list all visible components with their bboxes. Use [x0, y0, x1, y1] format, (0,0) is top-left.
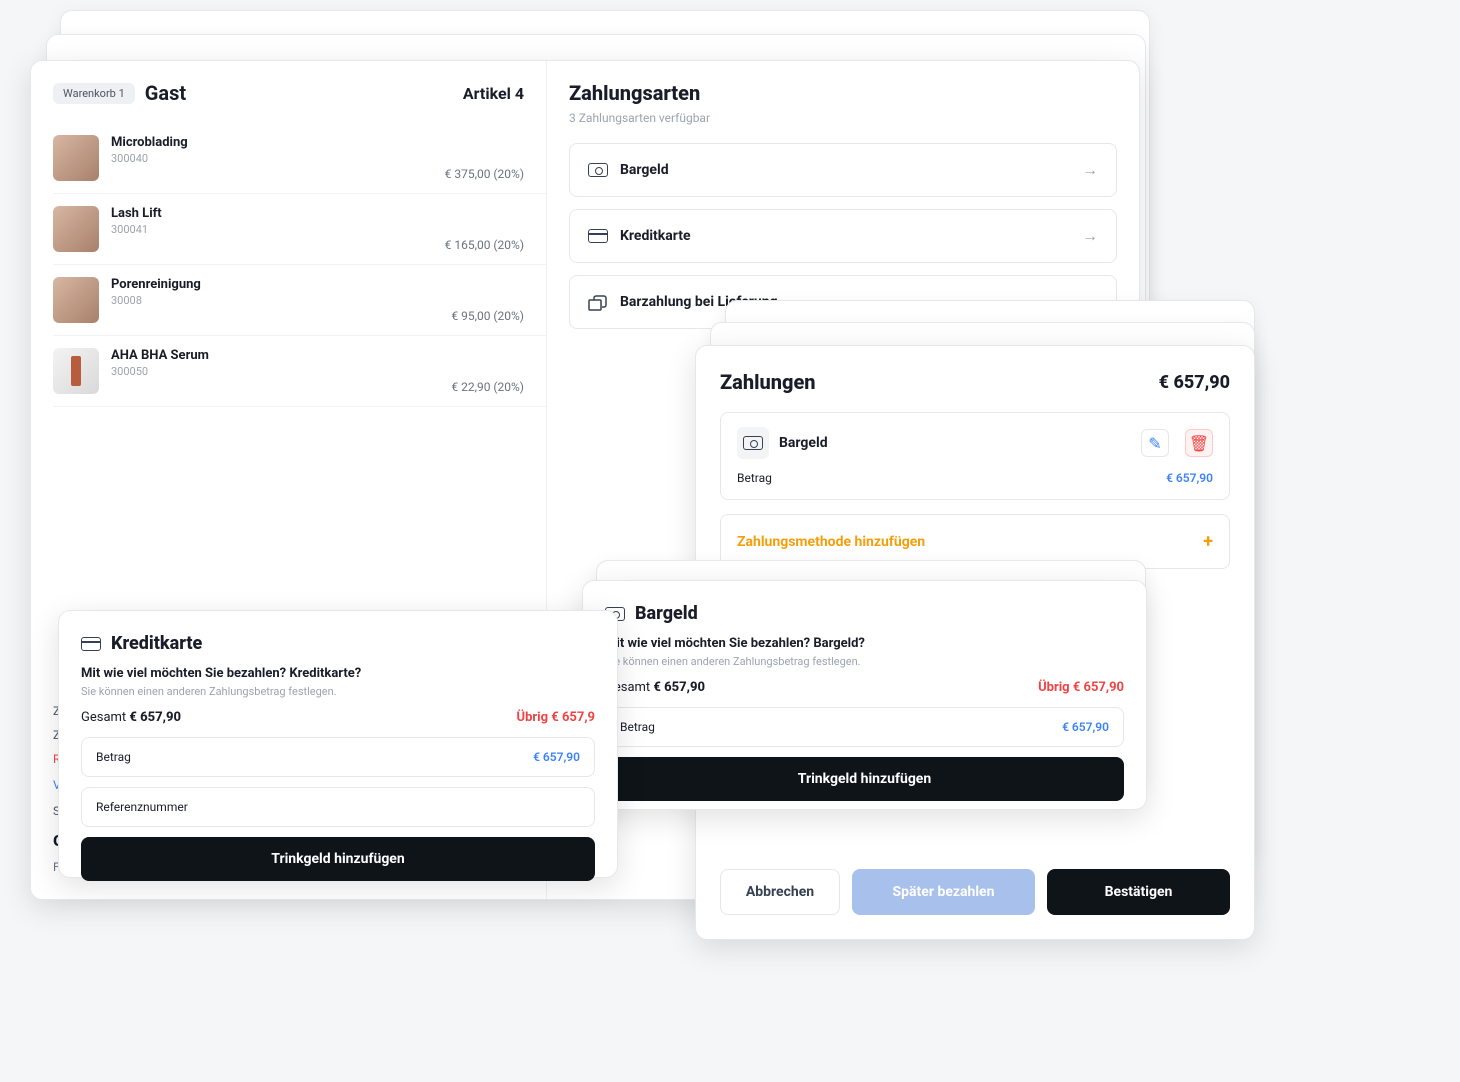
payment-methods-subtitle: 3 Zahlungsarten verfügbar: [569, 111, 1117, 125]
payment-option-label: Kreditkarte: [620, 228, 1070, 244]
item-name: AHA BHA Serum: [111, 348, 392, 363]
cart-item[interactable]: Microblading 300040 € 375,00 (20%): [53, 123, 546, 194]
payment-option-label: Bargeld: [620, 162, 1070, 178]
cash-icon: [737, 427, 769, 459]
creditcard-dialog: Kreditkarte Mit wie viel möchten Sie bez…: [58, 610, 618, 878]
item-price: € 95,00 (20%): [404, 291, 524, 323]
item-price: € 22,90 (20%): [404, 362, 524, 394]
payment-amount-label: Betrag: [737, 471, 772, 485]
cart-tab-chip[interactable]: Warenkorb 1: [53, 83, 135, 104]
payments-title: Zahlungen: [720, 370, 816, 394]
pay-later-button[interactable]: Später bezahlen: [852, 869, 1035, 915]
payment-amount-value: € 657,90: [1166, 471, 1213, 485]
cash-remain-label: Übrig: [1038, 680, 1070, 695]
cash-amount-input[interactable]: Betrag € 657,90: [605, 707, 1124, 747]
cancel-button[interactable]: Abbrechen: [720, 869, 840, 915]
item-name: Microblading: [111, 135, 392, 150]
cash-amount-label: Betrag: [620, 720, 655, 734]
cc-question: Mit wie viel möchten Sie bezahlen? Kredi…: [81, 666, 595, 681]
cash-dialog: Bargeld Mit wie viel möchten Sie bezahle…: [582, 580, 1147, 810]
payment-entry: Bargeld ✎ 🗑 Betrag € 657,90: [720, 412, 1230, 500]
item-thumbnail: [53, 206, 99, 252]
item-name: Porenreinigung: [111, 277, 392, 292]
cc-remain-label: Übrig: [517, 710, 549, 725]
delete-payment-button[interactable]: 🗑: [1185, 429, 1213, 457]
item-thumbnail: [53, 277, 99, 323]
item-sku: 300050: [111, 365, 392, 378]
chevron-right-icon: →: [1082, 226, 1098, 246]
guest-name: Gast: [145, 81, 453, 105]
cc-amount-label: Betrag: [96, 750, 131, 764]
card-icon: [588, 229, 608, 243]
cc-dialog-title: Kreditkarte: [111, 633, 202, 654]
cod-icon: [588, 295, 608, 309]
cash-dialog-title: Bargeld: [635, 603, 698, 624]
item-thumbnail: [53, 348, 99, 394]
article-count: Artikel 4: [463, 84, 524, 103]
add-payment-label: Zahlungsmethode hinzufügen: [737, 534, 925, 550]
cc-total-value: € 657,90: [129, 710, 181, 725]
cash-remain-value: € 657,90: [1073, 680, 1124, 695]
item-price: € 375,00 (20%): [404, 149, 524, 181]
item-thumbnail: [53, 135, 99, 181]
cc-amount-value: € 657,90: [533, 750, 580, 764]
add-tip-button[interactable]: Trinkgeld hinzufügen: [81, 837, 595, 881]
cc-remain-value: € 657,9: [551, 710, 595, 725]
cart-item[interactable]: Lash Lift 300041 € 165,00 (20%): [53, 194, 546, 265]
edit-payment-button[interactable]: ✎: [1141, 429, 1169, 457]
payment-option-card[interactable]: Kreditkarte →: [569, 209, 1117, 263]
add-tip-button[interactable]: Trinkgeld hinzufügen: [605, 757, 1124, 801]
item-name: Lash Lift: [111, 206, 392, 221]
item-sku: 300040: [111, 152, 392, 165]
card-icon: [81, 637, 101, 651]
confirm-button[interactable]: Bestätigen: [1047, 869, 1230, 915]
item-sku: 300041: [111, 223, 392, 236]
cc-total-label: Gesamt: [81, 710, 126, 725]
chevron-right-icon: →: [1082, 160, 1098, 180]
item-sku: 30008: [111, 294, 392, 307]
payment-entry-name: Bargeld: [779, 435, 1131, 451]
cc-reference-label: Referenznummer: [96, 800, 188, 814]
cc-hint: Sie können einen anderen Zahlungsbetrag …: [81, 685, 595, 698]
cart-item[interactable]: AHA BHA Serum 300050 € 22,90 (20%): [53, 336, 546, 407]
item-price: € 165,00 (20%): [404, 220, 524, 252]
cash-hint: Sie können einen anderen Zahlungsbetrag …: [605, 655, 1124, 668]
cc-reference-input[interactable]: Referenznummer: [81, 787, 595, 827]
cash-question: Mit wie viel möchten Sie bezahlen? Barge…: [605, 636, 1124, 651]
payments-total: € 657,90: [1159, 372, 1230, 393]
payment-option-cash[interactable]: Bargeld →: [569, 143, 1117, 197]
cash-amount-value: € 657,90: [1062, 720, 1109, 734]
cart-item[interactable]: Porenreinigung 30008 € 95,00 (20%): [53, 265, 546, 336]
cc-amount-input[interactable]: Betrag € 657,90: [81, 737, 595, 777]
cash-total-value: € 657,90: [653, 680, 705, 695]
cash-icon: [588, 163, 608, 177]
payment-methods-title: Zahlungsarten: [569, 81, 1117, 105]
plus-icon: +: [1203, 531, 1213, 552]
